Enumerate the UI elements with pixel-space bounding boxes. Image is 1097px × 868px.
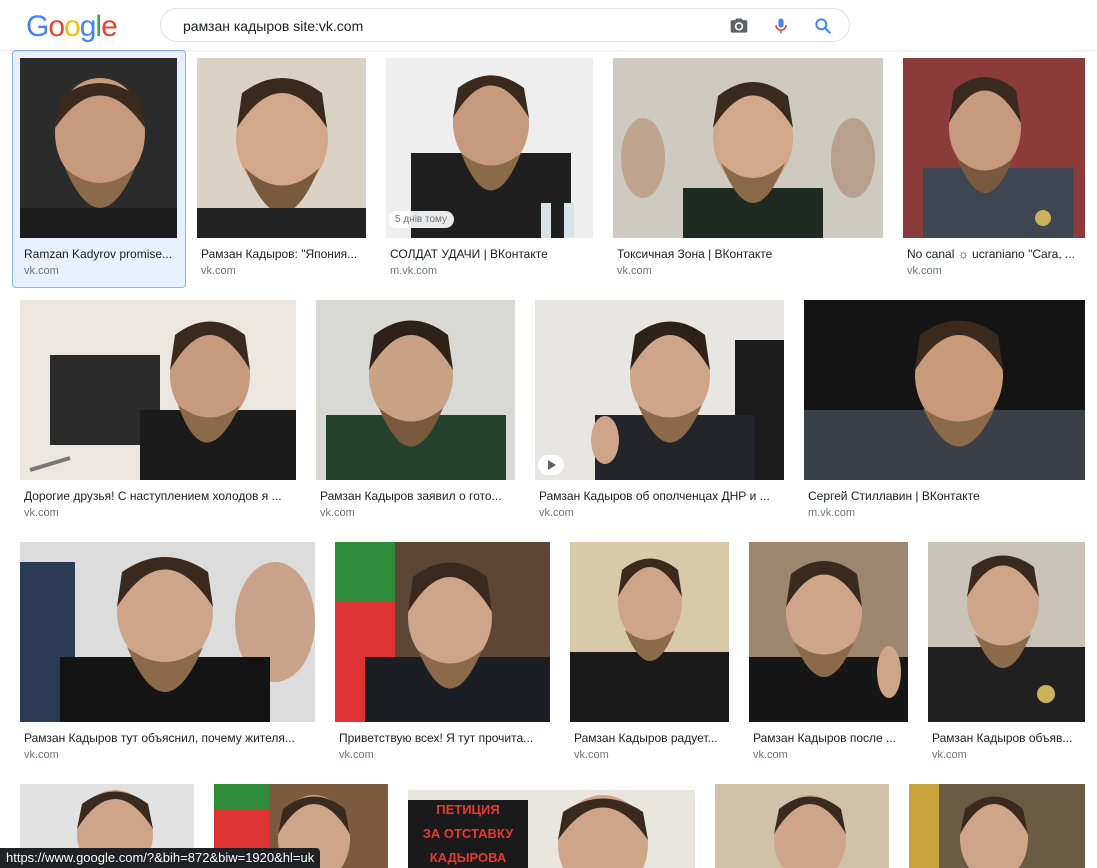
image-result-card[interactable]: No canal ☼ ucraniano "Cara, ... vk.com [903, 58, 1085, 288]
petition-line: ПЕТИЦИЯ [436, 802, 500, 817]
result-source: vk.com [539, 507, 574, 519]
result-caption[interactable]: Приветствую всех! Я тут прочита... [339, 731, 547, 745]
image-thumbnail[interactable] [20, 300, 296, 480]
logo-letter: e [101, 10, 118, 43]
result-source: vk.com [617, 265, 652, 277]
result-caption[interactable]: Дорогие друзья! С наступлением холодов я… [24, 489, 294, 503]
petition-line: ЗА ОТСТАВКУ [422, 826, 514, 841]
result-caption[interactable]: СОЛДАТ УДАЧИ | ВКонтакте [390, 247, 590, 261]
image-result-card[interactable]: Рамзан Кадыров тут объяснил, почему жите… [20, 542, 315, 772]
image-thumbnail[interactable] [197, 58, 366, 238]
result-source: vk.com [932, 749, 967, 761]
logo-letter: o [64, 10, 81, 43]
image-thumbnail[interactable] [613, 58, 883, 238]
result-source: vk.com [907, 265, 942, 277]
result-caption[interactable]: Рамзан Кадыров радует... [574, 731, 726, 745]
camera-icon[interactable] [729, 16, 749, 36]
image-result-card[interactable]: Сергей Стиллавин | ВКонтакте m.vk.com [804, 300, 1085, 530]
result-caption[interactable]: No canal ☼ ucraniano "Cara, ... [907, 247, 1082, 261]
image-thumbnail[interactable] [909, 784, 1085, 868]
image-thumbnail[interactable] [749, 542, 908, 722]
image-thumbnail[interactable]: ПЕТИЦИЯ ЗА ОТСТАВКУ КАДЫРОВА [408, 790, 695, 868]
logo-letter: G [26, 10, 49, 43]
status-bar-url: https://www.google.com/?&bih=872&biw=192… [0, 848, 321, 868]
image-thumbnail[interactable] [928, 542, 1085, 722]
image-result-card[interactable]: 5 днів тому СОЛДАТ УДАЧИ | ВКонтакте m.v… [386, 58, 593, 288]
search-box[interactable] [160, 8, 850, 42]
result-source: vk.com [24, 507, 59, 519]
result-caption[interactable]: Сергей Стиллавин | ВКонтакте [808, 489, 1082, 503]
google-logo[interactable]: Google [26, 10, 118, 44]
result-caption[interactable]: Рамзан Кадыров об ополченцах ДНР и ... [539, 489, 781, 503]
image-thumbnail[interactable] [335, 542, 550, 722]
result-caption[interactable]: Рамзан Кадыров заявил о гото... [320, 489, 512, 503]
image-result-card[interactable]: Ramzan Kadyrov promise... vk.com [12, 50, 186, 288]
image-thumbnail[interactable] [903, 58, 1085, 238]
result-source: m.vk.com [390, 265, 438, 277]
logo-text: Google [26, 10, 118, 43]
image-result-card[interactable]: Приветствую всех! Я тут прочита... vk.co… [335, 542, 550, 772]
logo-letter: o [48, 10, 65, 43]
result-source: m.vk.com [808, 507, 856, 519]
logo-letter: g [79, 10, 97, 43]
search-icon[interactable] [813, 16, 833, 36]
result-source: vk.com [574, 749, 609, 761]
result-caption[interactable]: Ramzan Kadyrov promise... [24, 247, 176, 261]
image-result-card[interactable]: Рамзан Кадыров после ... vk.com [749, 542, 908, 772]
image-result-card[interactable]: Рамзан Кадыров об ополченцах ДНР и ... v… [535, 300, 784, 530]
search-input[interactable] [181, 15, 705, 37]
result-source: vk.com [24, 749, 59, 761]
image-thumbnail[interactable] [804, 300, 1085, 480]
result-source: vk.com [320, 507, 355, 519]
result-caption[interactable]: Рамзан Кадыров тут объяснил, почему жите… [24, 731, 312, 745]
image-result-card[interactable]: Токсичная Зона | ВКонтакте vk.com [613, 58, 883, 288]
microphone-icon[interactable] [771, 16, 791, 36]
image-thumbnail[interactable] [20, 542, 315, 722]
result-source: vk.com [201, 265, 236, 277]
play-icon [548, 460, 556, 470]
result-source: vk.com [24, 265, 59, 277]
image-thumbnail[interactable] [570, 542, 729, 722]
date-badge: 5 днів тому [388, 211, 455, 228]
video-play-indicator [538, 455, 564, 475]
result-source: vk.com [753, 749, 788, 761]
image-result-card[interactable]: Рамзан Кадыров: "Япония... vk.com [197, 58, 366, 288]
image-thumbnail[interactable] [535, 300, 784, 480]
image-result-card[interactable]: Рамзан Кадыров заявил о гото... vk.com [316, 300, 515, 530]
petition-line: КАДЫРОВА [429, 850, 507, 865]
result-caption[interactable]: Рамзан Кадыров: "Япония... [201, 247, 363, 261]
result-source: vk.com [339, 749, 374, 761]
image-thumbnail[interactable] [20, 58, 177, 238]
result-caption[interactable]: Рамзан Кадыров объяв... [932, 731, 1082, 745]
result-caption[interactable]: Токсичная Зона | ВКонтакте [617, 247, 879, 261]
image-thumbnail[interactable] [316, 300, 515, 480]
header-bar: Google [0, 0, 1097, 50]
image-result-card[interactable]: Рамзан Кадыров радует... vk.com [570, 542, 729, 772]
image-thumbnail[interactable] [715, 784, 889, 868]
petition-text: ПЕТИЦИЯ ЗА ОТСТАВКУ КАДЫРОВА [408, 798, 528, 868]
result-caption[interactable]: Рамзан Кадыров после ... [753, 731, 905, 745]
image-result-card[interactable]: Рамзан Кадыров объяв... vk.com [928, 542, 1085, 772]
image-result-card[interactable]: Дорогие друзья! С наступлением холодов я… [20, 300, 296, 530]
